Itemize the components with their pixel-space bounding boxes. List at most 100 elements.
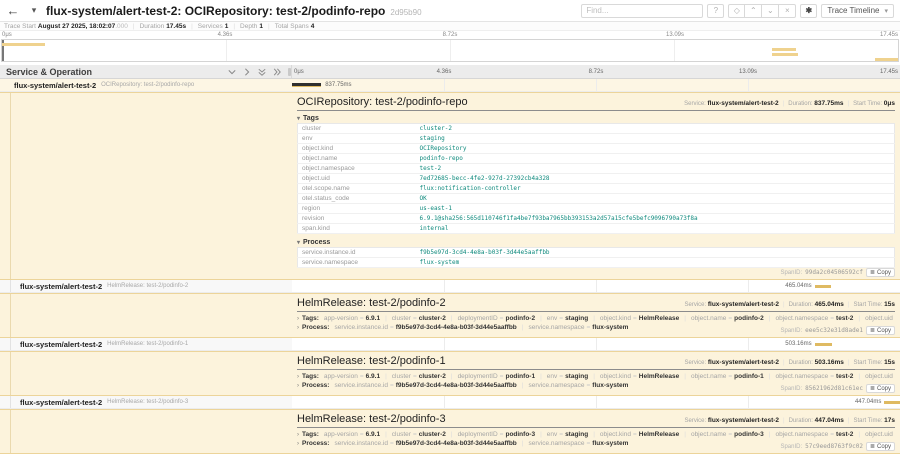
timeline-minimap[interactable] — [1, 39, 899, 62]
tag-key: cluster — [298, 124, 416, 134]
span-row[interactable]: flux-system/alert-test-2HelmRelease: tes… — [0, 396, 900, 409]
copy-button[interactable]: ≣Copy — [866, 384, 895, 393]
key-value-row[interactable]: service.instance.idf9b5e97d-3cd4-4e8a-b0… — [298, 248, 895, 258]
timeline-tick-label: 8.72s — [589, 69, 604, 75]
span-duration-bar[interactable] — [815, 343, 833, 346]
view-type-dropdown[interactable]: Trace Timeline ▾ — [821, 4, 894, 18]
key-value-row[interactable]: object.uid7ed72685-becc-4fe2-927d-27392c… — [298, 174, 895, 184]
tag-value: OK — [416, 194, 895, 204]
span-id-label: SpanID: — [780, 444, 802, 450]
tag-key: object.uid — [865, 315, 893, 322]
tags-section-summary-line[interactable]: ›Tags:app-version=6.9.1|cluster=cluster-… — [297, 372, 895, 381]
tag-value: flux-system — [416, 258, 895, 268]
tag-value: cluster-2 — [419, 431, 446, 438]
span-timeline-cell[interactable]: 837.75ms — [292, 79, 900, 91]
span-timeline-cell[interactable]: 503.16ms — [292, 338, 900, 350]
key-value-row[interactable]: otel.scope.nameflux:notification-control… — [298, 184, 895, 194]
minimap-span-bar — [875, 58, 898, 61]
span-row[interactable]: flux-system/alert-test-2HelmRelease: tes… — [0, 338, 900, 351]
expand-all-icon[interactable] — [273, 68, 281, 76]
tag-key: span.kind — [298, 224, 416, 234]
detail-duration-label: Duration: — [789, 302, 815, 308]
tag-key: object.uid — [298, 174, 416, 184]
key-value-row[interactable]: object.namepodinfo-repo — [298, 154, 895, 164]
span-name-cell[interactable]: flux-system/alert-test-2HelmRelease: tes… — [0, 280, 292, 292]
key-value-row[interactable]: object.kindOCIRepository — [298, 144, 895, 154]
tags-section-summary-line[interactable]: ›Tags:app-version=6.9.1|cluster=cluster-… — [297, 314, 895, 323]
timeline-gridline — [596, 280, 597, 292]
tags-section-summary-line[interactable]: ›Tags:app-version=6.9.1|cluster=cluster-… — [297, 430, 895, 439]
minimap-tick-label: 8.72s — [443, 32, 458, 38]
tag-key: service.namespace — [298, 258, 416, 268]
span-detail-meta: Service: flux-system/alert-test-2|Durati… — [685, 417, 895, 424]
tag-key: app-version — [324, 315, 358, 322]
span-duration-bar[interactable] — [815, 285, 831, 288]
copy-button[interactable]: ≣Copy — [866, 326, 895, 335]
timeline-gridline — [596, 396, 597, 408]
tag-value: staging — [416, 134, 895, 144]
tag-key: object.name — [691, 315, 726, 322]
key-value-row[interactable]: object.namespacetest-2 — [298, 164, 895, 174]
span-name-cell[interactable]: flux-system/alert-test-2HelmRelease: tes… — [0, 338, 292, 350]
tag-value: test-2 — [416, 164, 895, 174]
span-row[interactable]: flux-system/alert-test-2HelmRelease: tes… — [0, 280, 900, 293]
span-detail-header: HelmRelease: test-2/podinfo-1Service: fl… — [297, 355, 895, 370]
tag-key: object.name — [691, 373, 726, 380]
tags-section-label: Tags: — [302, 431, 319, 438]
chevron-down-icon[interactable]: ▾ — [26, 5, 42, 16]
tag-value: test-2 — [836, 315, 853, 322]
span-detail-header: HelmRelease: test-2/podinfo-3Service: fl… — [297, 413, 895, 428]
minimap-tick-label: 13.09s — [666, 32, 684, 38]
tree-indent-guide — [10, 352, 11, 395]
detail-start-time-value: 15s — [884, 359, 895, 366]
key-value-row[interactable]: revision6.9.1@sha256:565d110746f1fa4be7f… — [298, 214, 895, 224]
tag-key: service.instance.id — [334, 324, 387, 331]
key-value-row[interactable]: otel.status_codeOK — [298, 194, 895, 204]
span-timeline-cell[interactable]: 465.04ms — [292, 280, 900, 292]
timeline-tick-label: 4.36s — [437, 69, 452, 75]
span-timeline-cell[interactable]: 447.04ms — [292, 396, 900, 408]
detail-start-time-value: 17s — [884, 417, 895, 424]
tag-key: app-version — [324, 431, 358, 438]
tree-indent-guide — [10, 410, 11, 453]
duration-value: 17.45s — [166, 23, 186, 30]
span-detail-title: HelmRelease: test-2/podinfo-1 — [297, 355, 446, 367]
back-arrow-icon[interactable]: ← — [0, 3, 26, 18]
collapse-all-icon[interactable] — [258, 68, 266, 76]
span-duration-bar[interactable] — [292, 83, 321, 87]
minimap-tick-label: 0μs — [2, 32, 12, 38]
span-name-cell[interactable]: flux-system/alert-test-2OCIRepository: t… — [0, 79, 292, 91]
key-value-row[interactable]: span.kindinternal — [298, 224, 895, 234]
span-duration-bar[interactable] — [884, 401, 900, 404]
key-value-row[interactable]: service.namespaceflux-system — [298, 258, 895, 268]
span-name-cell[interactable]: flux-system/alert-test-2HelmRelease: tes… — [0, 396, 292, 408]
collapse-one-icon[interactable] — [228, 68, 236, 76]
detail-duration-value: 447.04ms — [815, 417, 844, 424]
next-result-icon[interactable]: ⌄ — [762, 4, 779, 18]
key-value-row[interactable]: clustercluster-2 — [298, 124, 895, 134]
key-value-row[interactable]: regionus-east-1 — [298, 204, 895, 214]
span-detail-content: OCIRepository: test-2/podinfo-repoServic… — [297, 96, 895, 277]
column-resize-grip[interactable] — [288, 68, 291, 76]
detail-service-value: flux-system/alert-test-2 — [708, 301, 779, 308]
expand-one-icon[interactable] — [243, 68, 251, 76]
span-service-name: flux-system/alert-test-2 — [20, 282, 102, 291]
find-input[interactable] — [581, 4, 703, 18]
clear-search-icon[interactable]: × — [779, 4, 796, 18]
span-row[interactable]: flux-system/alert-test-2OCIRepository: t… — [0, 79, 900, 92]
copy-button[interactable]: ≣Copy — [866, 268, 895, 277]
span-id-value: eee5c32e31d8ade1 — [805, 327, 863, 334]
process-section-toggle[interactable]: ▾Process — [297, 237, 895, 247]
focus-diamond-icon[interactable]: ◇ — [728, 4, 745, 18]
prev-result-icon[interactable]: ⌃ — [745, 4, 762, 18]
asterisk-icon[interactable]: ✱ — [800, 4, 817, 18]
tag-key: deploymentID — [458, 373, 498, 380]
copy-button[interactable]: ≣Copy — [866, 442, 895, 451]
tags-section-toggle[interactable]: ▾Tags — [297, 113, 895, 123]
help-icon[interactable]: ? — [707, 4, 724, 18]
span-service-name: flux-system/alert-test-2 — [14, 81, 96, 90]
key-value-row[interactable]: envstaging — [298, 134, 895, 144]
chevron-right-icon: › — [297, 325, 299, 331]
depth-value: 1 — [259, 23, 263, 30]
tag-key: deploymentID — [458, 431, 498, 438]
